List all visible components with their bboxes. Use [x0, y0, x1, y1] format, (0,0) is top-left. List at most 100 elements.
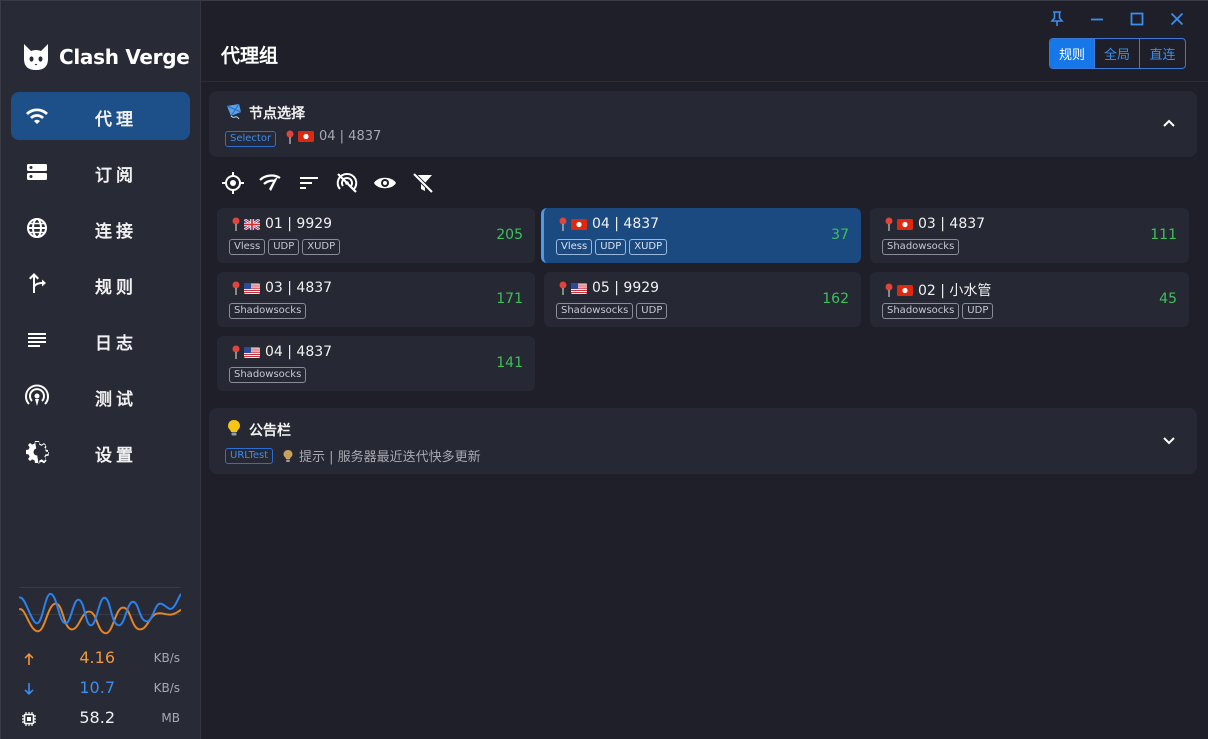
network-check-icon — [259, 174, 281, 191]
delay-check-button[interactable] — [259, 169, 297, 197]
sidebar-item-logs[interactable]: 日志 — [11, 316, 190, 364]
sidebar-item-connections[interactable]: 连接 — [11, 204, 190, 252]
proxy-tags: Shadowsocks UDP — [556, 303, 670, 319]
minimize-icon — [1091, 18, 1103, 21]
mode-rule-button[interactable]: 规则 — [1050, 39, 1095, 68]
proxy-tag: Vless — [229, 239, 266, 255]
app-name: Clash Verge — [59, 45, 190, 69]
proxy-card[interactable]: 04 | 4837 Vless UDP XUDP 37 — [541, 208, 861, 263]
proxy-name: 01 | 9929 — [231, 216, 332, 232]
proxy-name-text: 05 | 9929 — [592, 280, 660, 296]
proxy-mode-switch: 规则 全局 直连 — [1049, 38, 1186, 69]
us-flag-icon — [571, 282, 587, 294]
group-name: 公告栏 — [249, 423, 291, 439]
proxy-tags: Shadowsocks — [882, 239, 962, 255]
pin-button[interactable] — [1037, 7, 1077, 31]
location-pin-icon — [232, 217, 240, 231]
sort-button[interactable] — [297, 169, 335, 197]
download-speed: 10.7 — [79, 678, 115, 697]
proxy-card[interactable]: 01 | 9929 Vless UDP XUDP 205 — [217, 208, 535, 263]
group-current-proxy: 提示 | 服务器最近迭代快多更新 — [282, 446, 481, 465]
sort-icon — [300, 177, 318, 189]
sidebar-item-label: 设置 — [95, 446, 137, 466]
app-window: Clash Verge 代理 订阅 连接 规则 日志 测试 设置 4.16 KB… — [0, 0, 1208, 739]
locate-button[interactable] — [221, 169, 259, 197]
proxy-tag: UDP — [636, 303, 668, 319]
location-pin-icon — [885, 217, 893, 231]
upload-speed: 4.16 — [79, 648, 115, 667]
proxy-card[interactable]: 05 | 9929 Shadowsocks UDP 162 — [544, 272, 861, 327]
proxy-delay[interactable]: 162 — [822, 291, 849, 307]
proxy-card[interactable]: 04 | 4837 Shadowsocks 141 — [217, 336, 535, 391]
proxy-tag: Shadowsocks — [882, 239, 960, 255]
filter-button[interactable] — [411, 169, 449, 197]
group-type-badge: Selector — [225, 131, 277, 147]
proxy-toolbar — [221, 169, 449, 197]
sidebar-item-rules[interactable]: 规则 — [11, 260, 190, 308]
proxy-tag: UDP — [595, 239, 627, 255]
uk-flag-icon — [244, 218, 260, 230]
window-controls — [1037, 7, 1197, 31]
close-icon — [1170, 12, 1184, 26]
wifi-tethering-off-icon — [336, 172, 358, 193]
sidebar-item-settings[interactable]: 设置 — [11, 428, 190, 476]
crosshair-icon — [222, 172, 244, 194]
sidebar-item-label: 订阅 — [95, 166, 137, 186]
proxy-name-text: 04 | 4837 — [592, 216, 660, 232]
location-pin-icon — [559, 281, 567, 295]
upload-stat: 4.16 KB/s — [1, 645, 201, 675]
proxy-tag: Shadowsocks — [556, 303, 634, 319]
proxy-delay[interactable]: 111 — [1150, 227, 1177, 243]
lightbulb-icon — [228, 420, 240, 436]
sidebar-item-proxies[interactable]: 代理 — [11, 92, 190, 140]
chevron-up-icon[interactable] — [1161, 115, 1177, 131]
lightbulb-icon — [283, 449, 293, 462]
memory-usage: 58.2 — [79, 708, 115, 727]
mode-global-button[interactable]: 全局 — [1095, 39, 1140, 68]
proxy-tags: Shadowsocks UDP — [882, 303, 996, 319]
proxy-name: 03 | 4837 — [231, 280, 332, 296]
proxy-tag: Vless — [556, 239, 593, 255]
proxy-name-text: 04 | 4837 — [265, 344, 333, 360]
location-pin-icon — [885, 283, 893, 297]
eye-icon — [374, 177, 396, 189]
proxy-name: 04 | 4837 — [558, 216, 659, 232]
proxy-delay[interactable]: 171 — [496, 291, 523, 307]
sidebar-item-subscriptions[interactable]: 订阅 — [11, 148, 190, 196]
arrow-up-icon — [24, 653, 34, 665]
location-pin-icon — [286, 130, 294, 144]
minimize-button[interactable] — [1077, 7, 1117, 31]
sidebar-item-label: 连接 — [95, 222, 137, 242]
us-flag-icon — [244, 282, 260, 294]
maximize-button[interactable] — [1117, 7, 1157, 31]
proxy-delay[interactable]: 45 — [1159, 291, 1177, 307]
proxy-delay[interactable]: 141 — [496, 355, 523, 371]
location-pin-icon — [232, 345, 240, 359]
proxy-card[interactable]: 02 | 小水管 Shadowsocks UDP 45 — [870, 272, 1189, 327]
proxy-card[interactable]: 03 | 4837 Shadowsocks 171 — [217, 272, 535, 327]
page-title: 代理组 — [221, 45, 279, 67]
proxy-delay[interactable]: 205 — [496, 227, 523, 243]
sidebar: Clash Verge 代理 订阅 连接 规则 日志 测试 设置 4.16 KB… — [1, 1, 201, 739]
toggle-details-button[interactable] — [373, 169, 411, 197]
proxy-group-selector[interactable]: 节点选择 Selector 04 | 4837 — [209, 91, 1197, 157]
memory-unit: MB — [161, 711, 180, 725]
proxy-card[interactable]: 03 | 4837 Shadowsocks 111 — [870, 208, 1189, 263]
mode-direct-button[interactable]: 直连 — [1140, 39, 1185, 68]
proxy-name-text: 03 | 4837 — [918, 216, 986, 232]
proxy-delay[interactable]: 37 — [831, 227, 849, 243]
proxy-tag: UDP — [268, 239, 300, 255]
group-current-proxy-name: 04 | 4837 — [319, 129, 382, 144]
chevron-down-icon[interactable] — [1161, 432, 1177, 448]
group-current-proxy: 04 | 4837 — [285, 129, 381, 144]
sidebar-item-label: 日志 — [95, 334, 137, 354]
maximize-icon — [1130, 12, 1144, 26]
main-content: 代理组 规则 全局 直连 节点选择 Selector 04 | 4837 01 … — [201, 1, 1208, 739]
filter-delay-button[interactable] — [335, 169, 373, 197]
sidebar-item-test[interactable]: 测试 — [11, 372, 190, 420]
proxy-tag: Shadowsocks — [229, 367, 307, 383]
memory-stat: 58.2 MB — [1, 705, 201, 735]
proxy-group-notice[interactable]: 公告栏 URLTest 提示 | 服务器最近迭代快多更新 — [209, 408, 1197, 474]
close-button[interactable] — [1157, 7, 1197, 31]
sidebar-item-label: 规则 — [95, 278, 137, 298]
